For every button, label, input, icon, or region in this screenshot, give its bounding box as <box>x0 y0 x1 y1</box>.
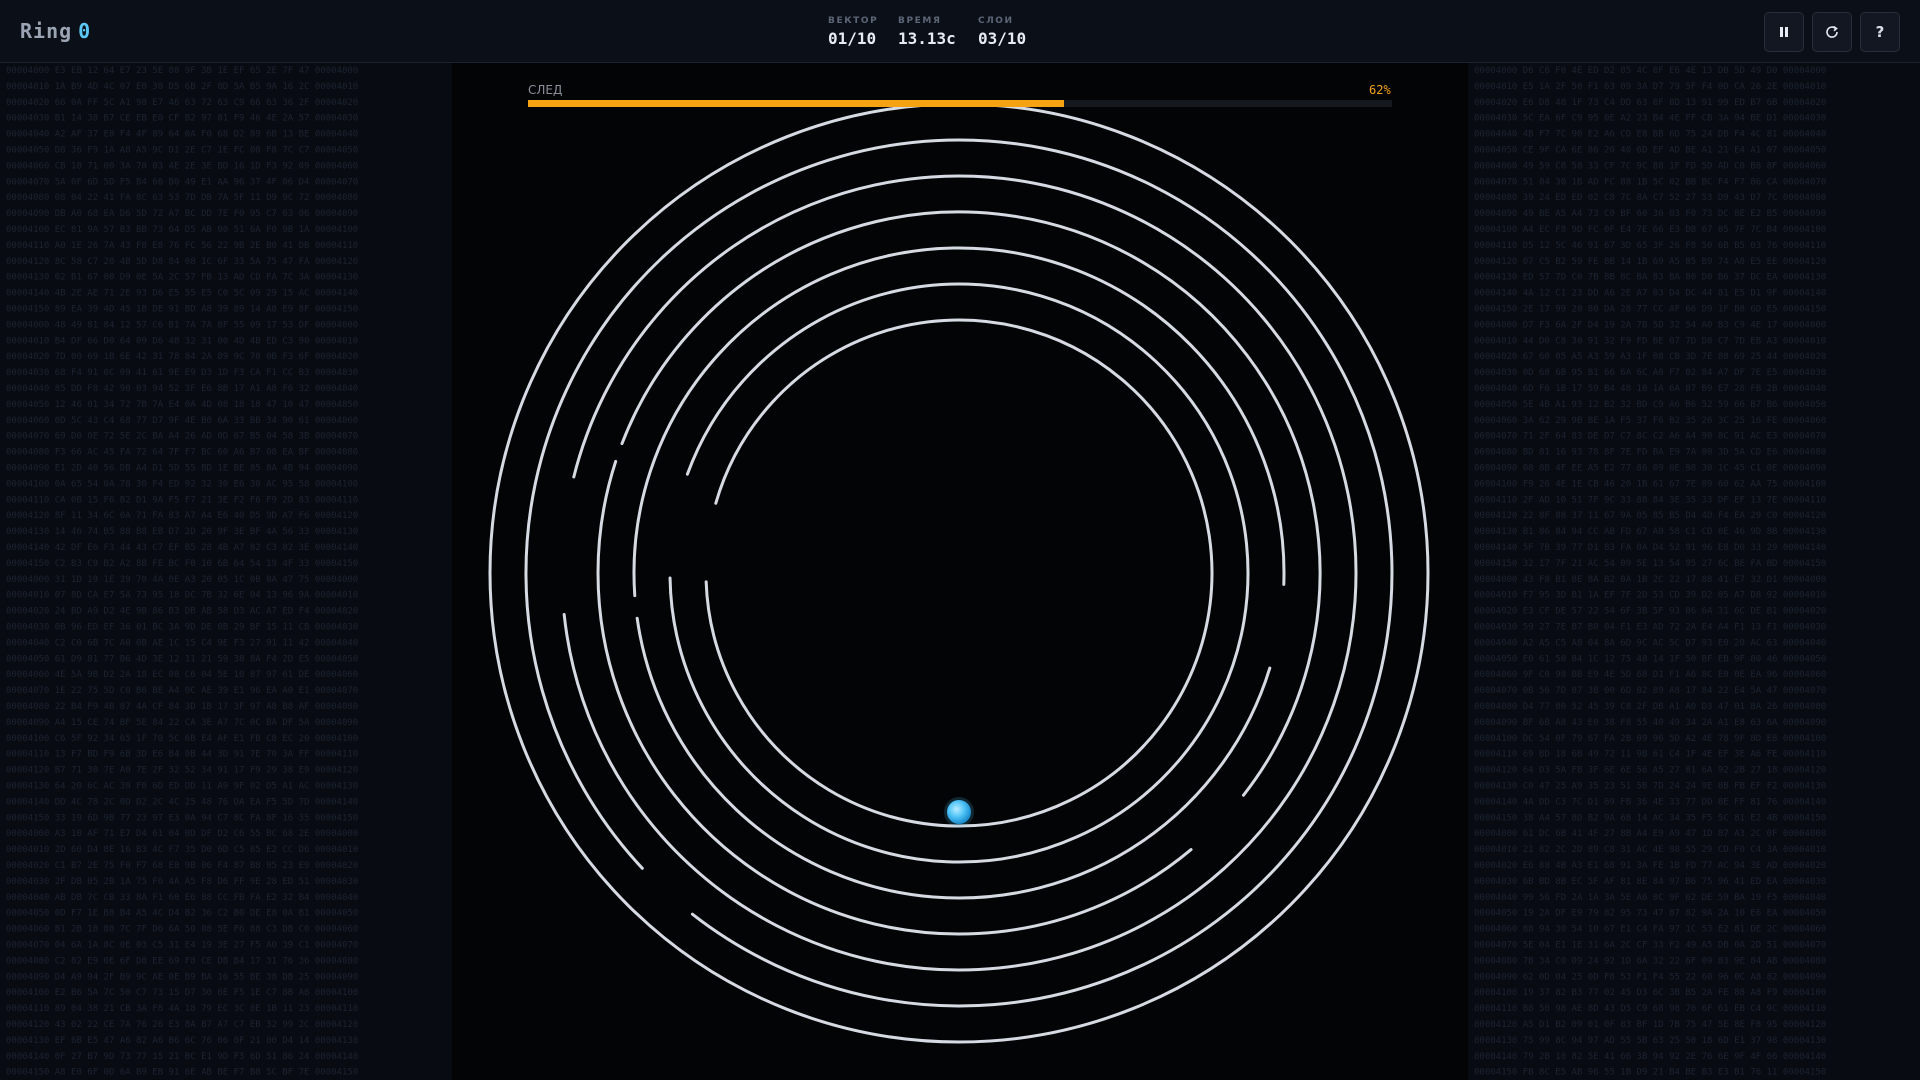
ring-maze[interactable] <box>0 0 1920 1080</box>
stats-group: ВЕКТОР 01/10 ВРЕМЯ 13.13с СЛОИ 03/10 <box>0 16 1920 52</box>
game-screen: 00004000 E3 EB 12 64 E7 23 5E 80 9F 3B 1… <box>0 0 1920 1080</box>
maze-ring-5-segment <box>562 174 1358 972</box>
pause-button[interactable] <box>1764 12 1804 52</box>
stat-vector-value: 01/10 <box>828 29 877 48</box>
pause-icon <box>1780 27 1788 37</box>
help-icon: ? <box>1875 23 1885 41</box>
stat-time-label: ВРЕМЯ <box>898 16 942 26</box>
trail-progress-fill <box>528 100 1064 107</box>
restart-button[interactable] <box>1812 12 1852 52</box>
maze-ring-2-segment <box>668 282 1250 864</box>
maze-ring-3-segment <box>632 246 1286 598</box>
help-button[interactable]: ? <box>1860 12 1900 52</box>
stat-time-value: 13.13с <box>898 29 956 48</box>
maze-ring-3-segment <box>635 616 1272 900</box>
stat-time: ВРЕМЯ 13.13с <box>898 16 956 48</box>
player-ball[interactable] <box>947 800 971 824</box>
trail-label: СЛЕД <box>528 83 563 97</box>
stat-layers-label: СЛОИ <box>978 16 1014 26</box>
restart-icon <box>1826 25 1838 38</box>
maze-ring-6-segment <box>524 138 1394 1008</box>
stat-layers-value: 03/10 <box>978 29 1027 48</box>
stat-vector: ВЕКТОР 01/10 <box>828 16 878 48</box>
stat-vector-label: ВЕКТОР <box>828 16 879 26</box>
top-bar: Ring 0 ВЕКТОР 01/10 ВРЕМЯ 13.13с СЛОИ 03/… <box>0 0 1920 63</box>
stat-layers: СЛОИ 03/10 <box>978 16 1026 48</box>
trail-percent: 62% <box>1369 83 1391 97</box>
maze-ring-7 <box>488 102 1430 1044</box>
maze-ring-1-segment <box>704 318 1214 828</box>
trail-progress-bar <box>528 100 1392 107</box>
